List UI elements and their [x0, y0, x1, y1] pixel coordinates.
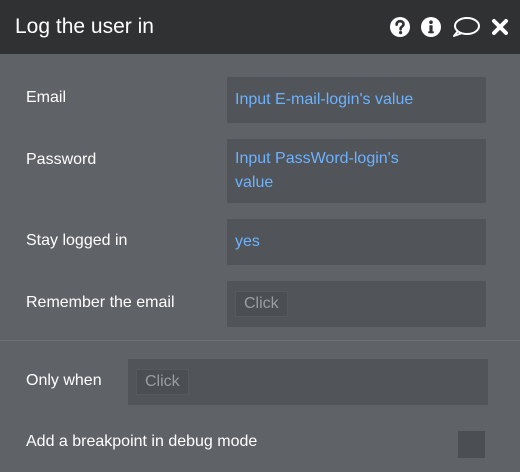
only-when-field: Click	[128, 359, 488, 405]
comment-icon[interactable]	[451, 16, 481, 38]
remember-email-field: Click	[227, 281, 486, 327]
email-label: Email	[26, 89, 67, 106]
email-value-field[interactable]: Input E-mail-login's value	[227, 77, 486, 123]
action-properties-panel: Log the user in Email Input E-mail-login…	[0, 0, 520, 472]
close-icon[interactable]	[490, 17, 510, 37]
password-label: Password	[26, 151, 97, 168]
stay-logged-in-field[interactable]: yes	[227, 219, 486, 265]
section-divider	[0, 340, 520, 341]
remember-email-click-button[interactable]: Click	[235, 291, 288, 317]
only-when-label: Only when	[26, 372, 102, 389]
stay-logged-in-label: Stay logged in	[26, 232, 128, 249]
password-value-line2: value	[235, 174, 274, 191]
info-icon[interactable]	[420, 16, 442, 38]
email-value: Input E-mail-login's value	[235, 91, 414, 108]
breakpoint-label: Add a breakpoint in debug mode	[26, 433, 258, 450]
help-icon[interactable]	[389, 16, 411, 38]
stay-logged-in-value: yes	[235, 233, 260, 250]
password-value-field[interactable]: Input PassWord-login's value	[227, 139, 486, 203]
header-icons	[389, 12, 510, 42]
breakpoint-checkbox[interactable]	[458, 431, 485, 458]
panel-header: Log the user in	[0, 0, 520, 54]
remember-email-label: Remember the email	[26, 294, 175, 311]
password-value-line1: Input PassWord-login's	[235, 150, 399, 167]
panel-title: Log the user in	[15, 15, 154, 38]
only-when-click-button[interactable]: Click	[136, 369, 189, 395]
